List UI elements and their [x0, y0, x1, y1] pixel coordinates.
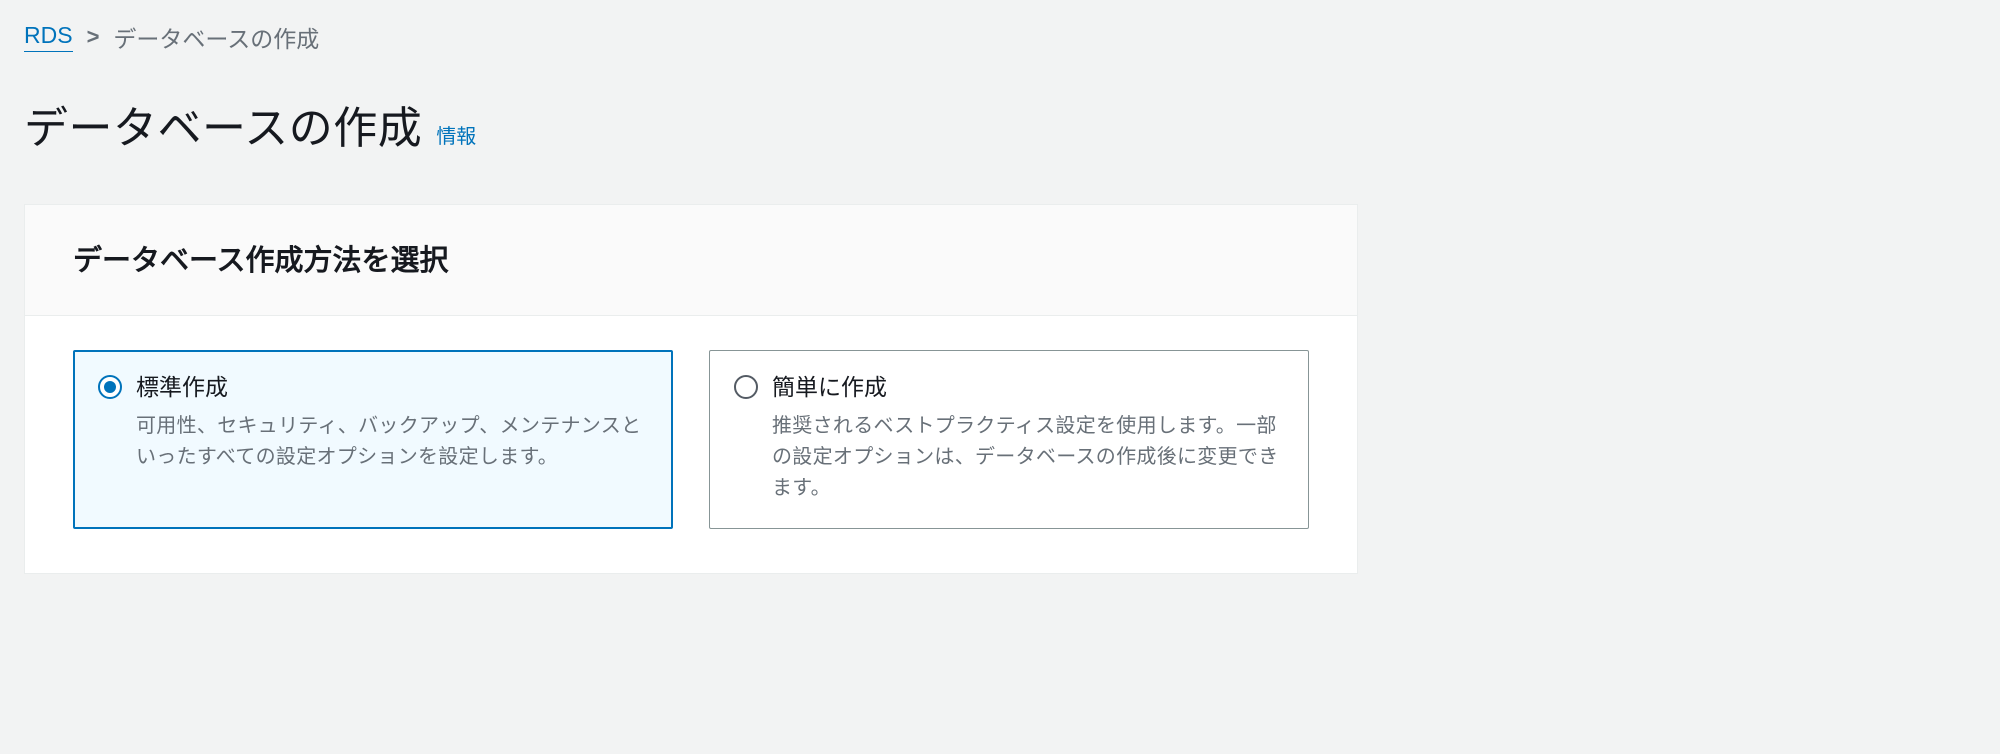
- creation-method-panel: データベース作成方法を選択 標準作成 可用性、セキュリティ、バックアップ、メンテ…: [24, 204, 1358, 574]
- option-description: 推奨されるベストプラクティス設定を使用します。一部の設定オプションは、データベー…: [772, 411, 1284, 504]
- chevron-right-icon: >: [87, 24, 100, 50]
- option-content: 標準作成 可用性、セキュリティ、バックアップ、メンテナンスといったすべての設定オ…: [136, 371, 648, 504]
- panel-heading: データベース作成方法を選択: [73, 237, 1309, 279]
- page-title: データベースの作成: [24, 92, 422, 156]
- option-easy-create[interactable]: 簡単に作成 推奨されるベストプラクティス設定を使用します。一部の設定オプションは…: [709, 350, 1309, 529]
- breadcrumb: RDS > データベースの作成: [24, 20, 1976, 54]
- option-title: 標準作成: [136, 371, 648, 403]
- info-link[interactable]: 情報: [436, 120, 476, 149]
- option-description: 可用性、セキュリティ、バックアップ、メンテナンスといったすべての設定オプションを…: [136, 411, 648, 473]
- page-title-row: データベースの作成 情報: [24, 92, 1976, 156]
- panel-body: 標準作成 可用性、セキュリティ、バックアップ、メンテナンスといったすべての設定オ…: [25, 316, 1357, 573]
- option-title: 簡単に作成: [772, 371, 1284, 403]
- option-content: 簡単に作成 推奨されるベストプラクティス設定を使用します。一部の設定オプションは…: [772, 371, 1284, 504]
- breadcrumb-root-link[interactable]: RDS: [24, 22, 73, 52]
- breadcrumb-current: データベースの作成: [113, 20, 319, 54]
- panel-header: データベース作成方法を選択: [25, 205, 1357, 316]
- radio-icon: [734, 375, 758, 399]
- option-standard-create[interactable]: 標準作成 可用性、セキュリティ、バックアップ、メンテナンスといったすべての設定オ…: [73, 350, 673, 529]
- radio-icon: [98, 375, 122, 399]
